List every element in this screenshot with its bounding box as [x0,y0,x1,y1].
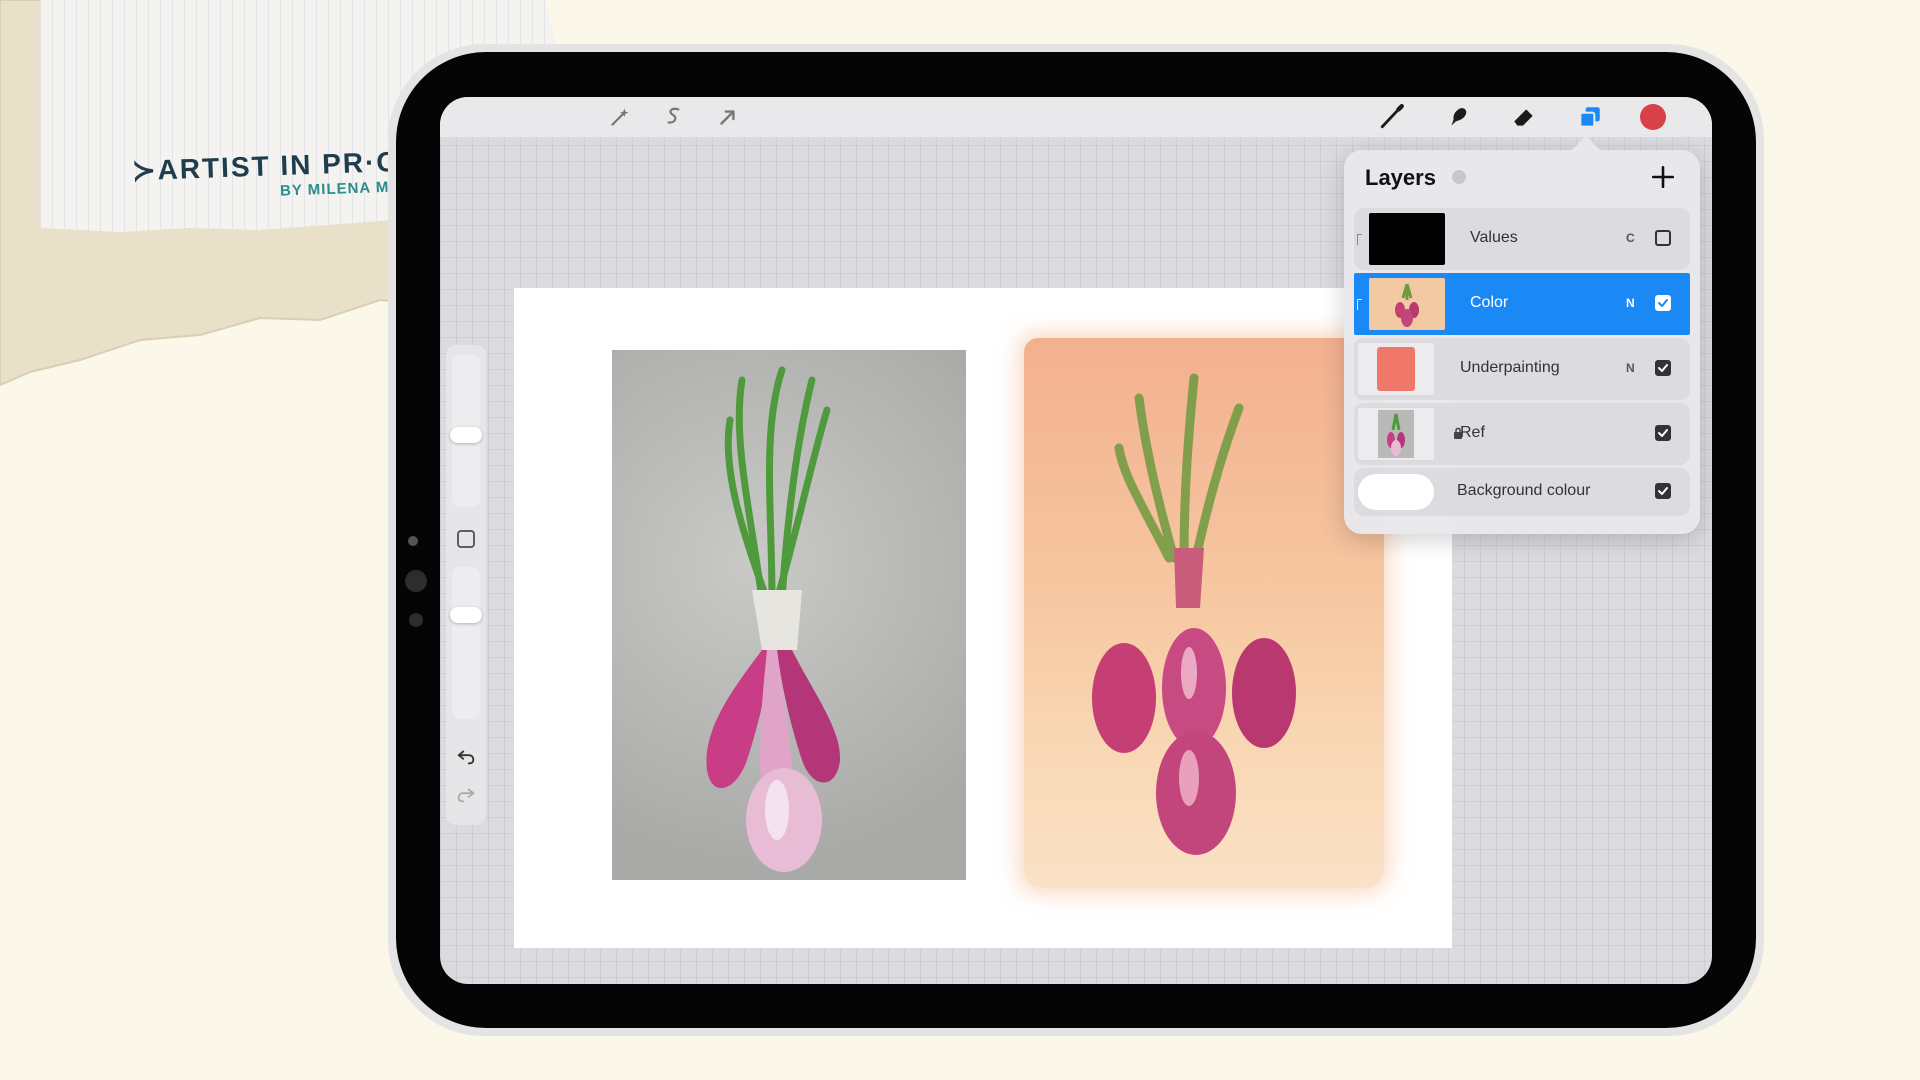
eraser-icon[interactable] [1510,103,1538,131]
opacity-slider[interactable] [450,567,482,719]
selection-icon[interactable] [660,103,688,131]
painted-onion-image [1092,373,1296,855]
checkmark-icon [1658,299,1668,307]
layer-thumbnail [1358,408,1434,460]
layer-row-underpainting[interactable]: Underpainting N [1354,338,1690,400]
layer-name: Color [1470,294,1509,311]
checkmark-icon [1658,364,1668,372]
layer-name: Ref [1460,424,1485,441]
current-color-swatch[interactable] [1640,104,1666,130]
brush-size-knob[interactable] [450,427,482,443]
background-color-swatch[interactable] [1358,474,1434,510]
smudge-icon[interactable] [1444,103,1472,131]
brush-icon[interactable] [1378,103,1406,131]
layer-row-color[interactable]: Color N [1354,273,1690,335]
clipping-mask-icon [1357,299,1362,310]
blend-mode[interactable]: N [1626,361,1635,375]
color-layer-thumb-image [1395,283,1419,327]
ref-layer-thumb-image [1378,410,1414,458]
reference-onion-image [706,366,841,872]
plus-icon [1651,165,1675,189]
layers-panel: Layers Values C Color N Underpainting N … [1344,150,1700,534]
onion-painting [1024,338,1384,888]
layer-thumbnail [1358,343,1434,395]
layer-thumbnail [1369,278,1445,330]
reference-photo [612,350,966,880]
opacity-knob[interactable] [450,607,482,623]
blend-mode[interactable]: C [1626,231,1635,245]
transform-arrow-icon[interactable] [714,103,742,131]
visibility-checkbox[interactable] [1655,425,1671,441]
canvas[interactable] [514,288,1452,948]
visibility-checkbox[interactable] [1655,230,1671,246]
redo-icon[interactable] [454,783,478,807]
layer-name: Values [1470,229,1518,246]
left-sidebar [446,345,486,825]
visibility-checkbox[interactable] [1655,295,1671,311]
add-layer-button[interactable] [1650,164,1676,190]
sensor-dot [409,613,423,627]
visibility-checkbox[interactable] [1655,360,1671,376]
layer-name: Underpainting [1460,359,1560,376]
layer-row-values[interactable]: Values C [1354,208,1690,270]
modify-button[interactable] [457,530,475,548]
magic-wand-icon[interactable] [606,103,634,131]
layer-row-background[interactable]: Background colour [1354,468,1690,516]
camera-dot [408,536,418,546]
layer-name: Background colour [1457,482,1591,499]
brush-size-slider[interactable] [450,355,482,507]
layer-thumbnail [1369,213,1445,265]
checkmark-icon [1658,429,1668,437]
layers-panel-title: Layers [1365,165,1436,190]
blend-mode[interactable]: N [1626,296,1635,310]
visibility-checkbox[interactable] [1655,483,1671,499]
layer-row-ref[interactable]: Ref [1354,403,1690,465]
clipping-mask-icon [1357,234,1362,245]
camera-lens [405,570,427,592]
undo-icon[interactable] [454,745,478,769]
layers-icon[interactable] [1576,103,1604,131]
top-toolbar [440,97,1712,137]
checkmark-icon [1658,487,1668,495]
layers-info-icon[interactable] [1452,170,1466,184]
